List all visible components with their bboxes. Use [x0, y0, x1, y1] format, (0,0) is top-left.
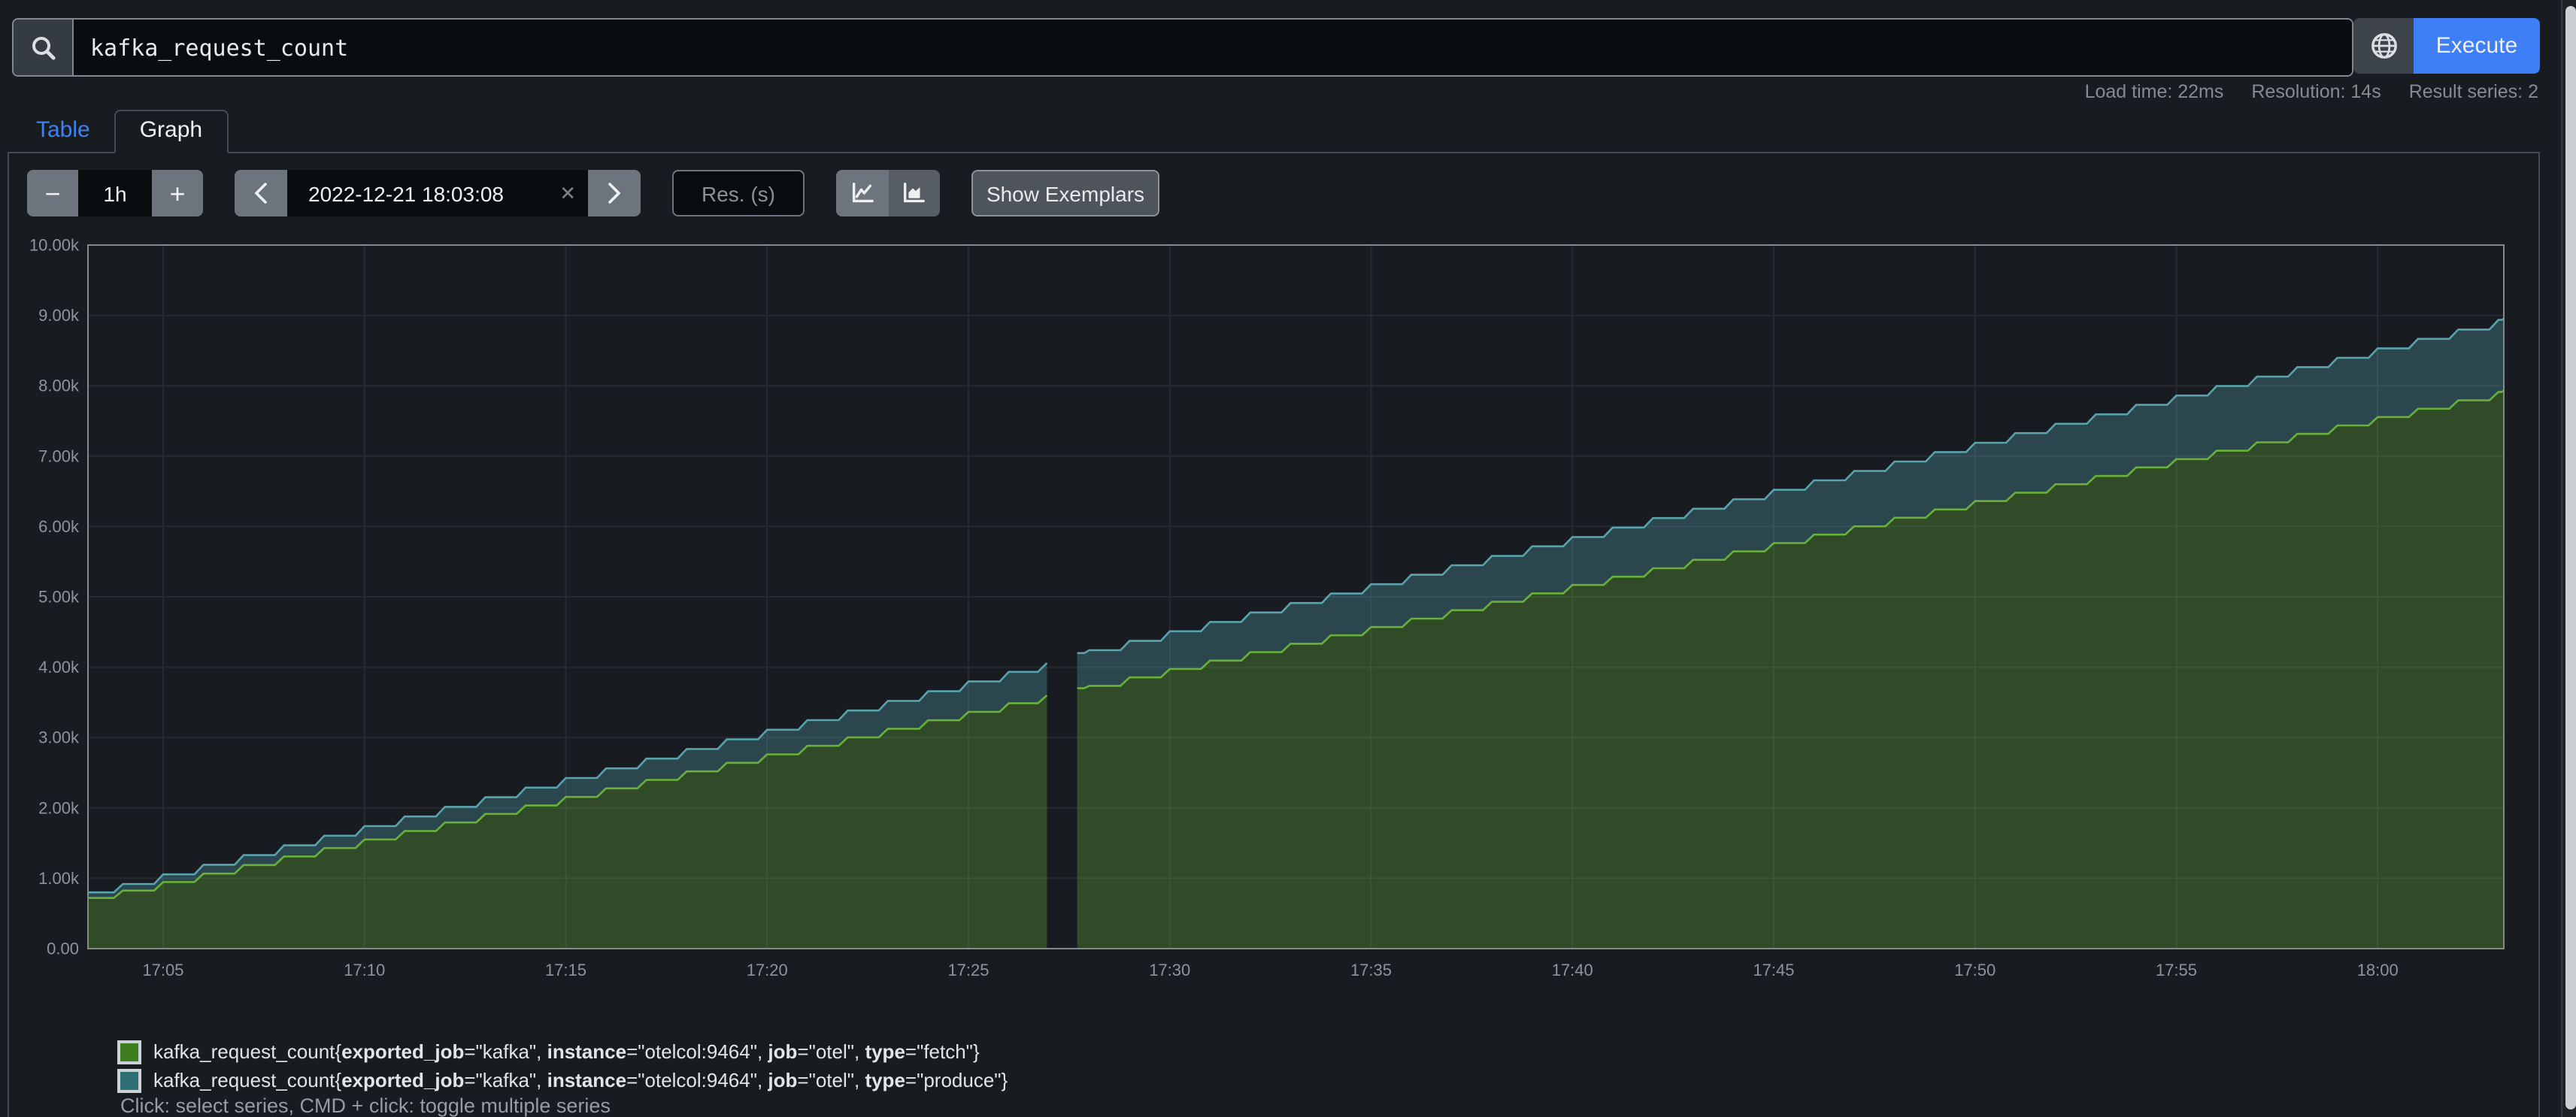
- y-tick-label: 8.00k: [38, 377, 80, 395]
- tab-graph[interactable]: Graph: [114, 110, 228, 153]
- fetch-area: [1077, 391, 2504, 949]
- metrics-explorer-button[interactable]: [2353, 18, 2414, 74]
- stacked-chart-icon: [902, 180, 927, 206]
- legend-series-name: kafka_request_count{exported_job="kafka"…: [153, 1040, 980, 1063]
- x-tick-label: 17:25: [947, 961, 989, 979]
- show-exemplars-button[interactable]: Show Exemplars: [971, 170, 1159, 216]
- legend-item[interactable]: kafka_request_count{exported_job="kafka"…: [117, 1037, 1008, 1066]
- y-tick-label: 3.00k: [38, 728, 80, 747]
- resolution: Resolution: 14s: [2251, 81, 2381, 102]
- chart-canvas[interactable]: 0.00 1.00k 2.00k 3.00k 4.00k 5.00k 6.00k 7.00k 8…: [9, 229, 2541, 988]
- x-tick-label: 18:00: [2357, 961, 2399, 979]
- end-time-input[interactable]: [287, 170, 588, 216]
- prometheus-graph-page: Execute Load time: 22ms Resolution: 14s …: [0, 0, 2576, 1117]
- x-tick-label: 17:40: [1552, 961, 1593, 979]
- legend-item[interactable]: kafka_request_count{exported_job="kafka"…: [117, 1066, 1008, 1094]
- clear-time-icon[interactable]: ✕: [559, 170, 576, 216]
- legend-swatch: [117, 1040, 141, 1064]
- y-tick-label: 10.00k: [29, 235, 80, 254]
- chart-type-group: [836, 170, 940, 216]
- line-chart-button[interactable]: [836, 170, 888, 216]
- y-tick-label: 9.00k: [38, 306, 80, 325]
- fetch-area: [88, 695, 1047, 949]
- range-decrease-button[interactable]: −: [27, 170, 78, 216]
- legend-series-name: kafka_request_count{exported_job="kafka"…: [153, 1069, 1008, 1091]
- chevron-right-icon: [606, 182, 623, 204]
- time-input-wrap: ✕: [287, 170, 588, 216]
- search-icon-box: [14, 20, 74, 75]
- x-tick-label: 17:55: [2156, 961, 2197, 979]
- legend-swatch: [117, 1068, 141, 1092]
- x-tick-label: 17:35: [1350, 961, 1392, 979]
- series-layer: [88, 319, 2504, 949]
- y-tick-label: 5.00k: [38, 587, 80, 606]
- y-tick-label: 1.00k: [38, 869, 80, 888]
- time-back-button[interactable]: [235, 170, 287, 216]
- query-input-group: [12, 18, 2353, 77]
- load-time: Load time: 22ms: [2085, 81, 2224, 102]
- chevron-left-icon: [253, 182, 269, 204]
- search-icon: [29, 34, 56, 61]
- execute-group: Execute: [2353, 18, 2540, 74]
- y-tick-label: 4.00k: [38, 658, 80, 677]
- page-scrollbar: [2561, 0, 2576, 1117]
- y-tick-label: 0.00: [47, 939, 79, 958]
- y-tick-label: 7.00k: [38, 446, 80, 465]
- range-input[interactable]: [78, 170, 152, 216]
- y-tick-label: 6.00k: [38, 517, 80, 536]
- range-increase-button[interactable]: +: [152, 170, 203, 216]
- x-tick-label: 17:45: [1753, 961, 1794, 979]
- x-tick-label: 17:30: [1149, 961, 1190, 979]
- graph-toolbar: − + ✕: [27, 170, 1159, 216]
- x-tick-label: 17:15: [545, 961, 586, 979]
- tab-bar: Table Graph: [8, 113, 2540, 153]
- query-stats: Load time: 22ms Resolution: 14s Result s…: [2062, 81, 2538, 102]
- x-tick-label: 17:05: [142, 961, 183, 979]
- chart-area: 0.00 1.00k 2.00k 3.00k 4.00k 5.00k 6.00k 7.00k 8…: [9, 229, 2541, 988]
- tab-table[interactable]: Table: [12, 111, 114, 152]
- chart-legend: kafka_request_count{exported_job="kafka"…: [117, 1037, 1008, 1094]
- time-group: ✕: [235, 170, 641, 216]
- execute-button[interactable]: Execute: [2414, 18, 2540, 74]
- x-tick-label: 17:50: [1954, 961, 1996, 979]
- time-forward-button[interactable]: [588, 170, 641, 216]
- result-series: Result series: 2: [2409, 81, 2538, 102]
- legend-hint: Click: select series, CMD + click: toggl…: [120, 1094, 611, 1117]
- line-chart-icon: [850, 180, 875, 206]
- stacked-chart-button[interactable]: [888, 170, 940, 216]
- range-group: − +: [27, 170, 203, 216]
- query-input[interactable]: [74, 20, 2352, 75]
- x-tick-label: 17:10: [344, 961, 385, 979]
- globe-icon: [2369, 32, 2398, 60]
- graph-panel: − + ✕: [8, 153, 2540, 1117]
- x-tick-label: 17:20: [747, 961, 788, 979]
- resolution-input[interactable]: [672, 170, 805, 216]
- scrollbar-thumb[interactable]: [2565, 6, 2575, 1109]
- y-tick-label: 2.00k: [38, 798, 80, 817]
